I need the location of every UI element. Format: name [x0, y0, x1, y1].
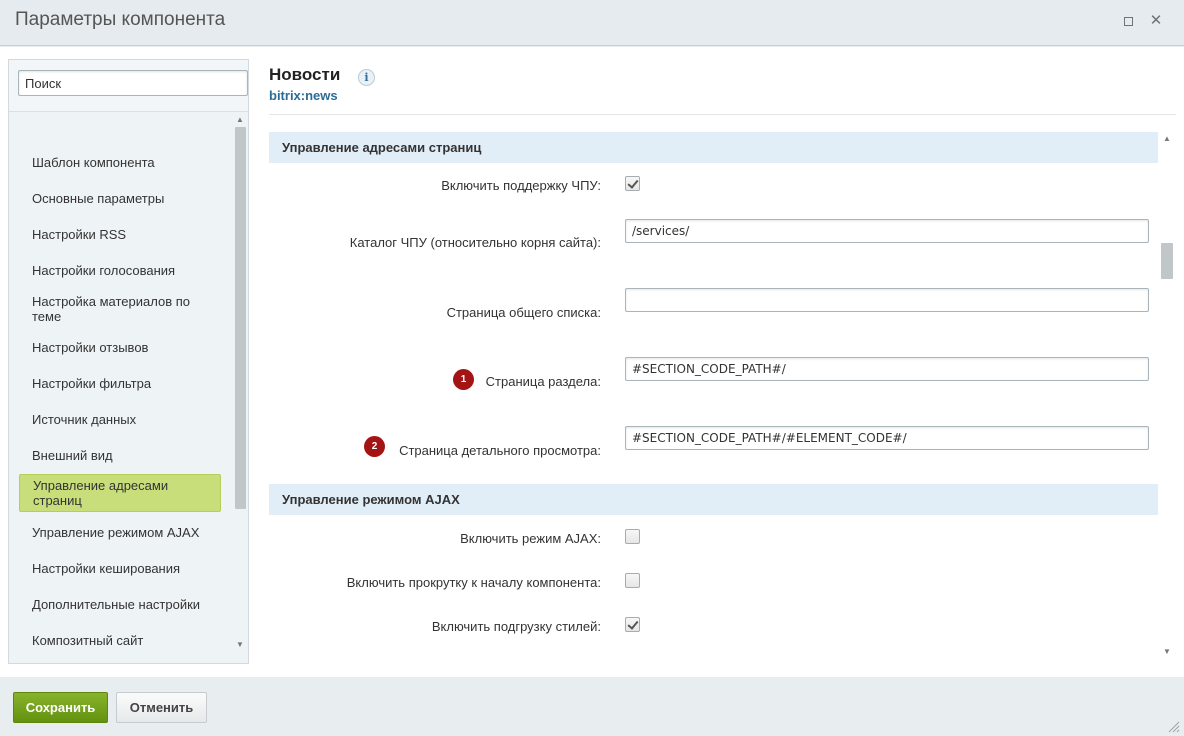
detail-page-input[interactable]: #SECTION_CODE_PATH#/#ELEMENT_CODE#/ [625, 426, 1149, 450]
info-icon[interactable]: i [358, 69, 375, 86]
dialog-titlebar[interactable]: Параметры компонента ✕ [0, 0, 1184, 46]
sef-folder-input[interactable]: /services/ [625, 219, 1149, 243]
component-header: Новости i bitrix:news [269, 65, 375, 103]
section-page-input[interactable]: #SECTION_CODE_PATH#/ [625, 357, 1149, 381]
field-label-detail-page: Страница детального просмотра: [399, 443, 601, 458]
cancel-button[interactable]: Отменить [116, 692, 207, 723]
main-scrollbar-thumb[interactable] [1161, 243, 1173, 279]
header-divider [269, 114, 1176, 115]
field-label-ajax-style: Включить подгрузку стилей: [431, 619, 601, 634]
scroll-down-arrow-icon[interactable]: ▼ [1162, 647, 1172, 656]
sidebar-item-appearance[interactable]: Внешний вид [19, 448, 221, 463]
maximize-icon [1123, 17, 1133, 26]
settings-form: Управление адресами страниц Включить под… [269, 132, 1158, 662]
sidebar-item-additional[interactable]: Дополнительные настройки [19, 597, 221, 612]
save-button[interactable]: Сохранить [13, 692, 108, 723]
sidebar-item-related[interactable]: Настройка материалов по теме [19, 294, 221, 324]
field-label-sef: Включить поддержку ЧПУ: [441, 178, 601, 193]
component-code: bitrix:news [269, 88, 338, 103]
sidebar-scrollbar-thumb[interactable] [235, 127, 246, 509]
dialog-footer: Сохранить Отменить [0, 677, 1184, 736]
hint-badge-2[interactable]: 2 [364, 436, 385, 457]
hint-badge-1[interactable]: 1 [453, 369, 474, 390]
sidebar-item-voting[interactable]: Настройки голосования [19, 263, 221, 278]
dialog-content: Шаблон компонента Основные параметры Нас… [0, 47, 1184, 677]
resize-grip-icon[interactable] [1166, 719, 1180, 733]
field-label-ajax-jump: Включить прокрутку к началу компонента: [346, 575, 601, 590]
close-icon: ✕ [1149, 12, 1163, 29]
sidebar-item-reviews[interactable]: Настройки отзывов [19, 340, 221, 355]
sidebar-scrollbar[interactable]: ▲ ▼ [233, 113, 247, 653]
main-scrollbar[interactable]: ▲ ▼ [1160, 133, 1174, 661]
section-url-management: Управление адресами страниц [269, 132, 1158, 163]
sidebar-item-datasource[interactable]: Источник данных [19, 412, 221, 427]
dialog-title: Параметры компонента [15, 9, 226, 30]
sidebar-item-filter[interactable]: Настройки фильтра [19, 376, 221, 391]
sidebar-item-template[interactable]: Шаблон компонента [19, 155, 221, 170]
field-label-ajax-mode: Включить режим AJAX: [460, 531, 601, 546]
sidebar-item-composite[interactable]: Композитный сайт [19, 633, 221, 648]
component-name: Новости [269, 65, 341, 84]
sidebar-item-url-management[interactable]: Управление адресами страниц [19, 474, 221, 512]
search-input[interactable] [18, 70, 248, 96]
sidebar-item-rss[interactable]: Настройки RSS [19, 227, 221, 242]
field-label-section-page: Страница раздела: [485, 374, 601, 389]
sef-checkbox[interactable] [625, 176, 640, 191]
section-ajax: Управление режимом AJAX [269, 484, 1158, 515]
sidebar-item-ajax[interactable]: Управление режимом AJAX [19, 525, 221, 540]
sidebar-item-cache[interactable]: Настройки кеширования [19, 561, 221, 576]
search-bar [9, 60, 248, 112]
close-button[interactable]: ✕ [1148, 11, 1164, 29]
ajax-mode-checkbox[interactable] [625, 529, 640, 544]
scroll-down-arrow-icon[interactable]: ▼ [235, 640, 245, 649]
field-label-list-page: Страница общего списка: [446, 305, 601, 320]
sidebar: Шаблон компонента Основные параметры Нас… [8, 59, 249, 664]
list-page-input[interactable] [625, 288, 1149, 312]
scroll-up-arrow-icon[interactable]: ▲ [235, 115, 245, 124]
field-label-sef-folder: Каталог ЧПУ (относительно корня сайта): [349, 235, 601, 250]
sidebar-item-basic[interactable]: Основные параметры [19, 191, 221, 206]
ajax-style-checkbox[interactable] [625, 617, 640, 632]
scroll-up-arrow-icon[interactable]: ▲ [1162, 134, 1172, 143]
maximize-button[interactable] [1120, 13, 1136, 29]
ajax-jump-checkbox[interactable] [625, 573, 640, 588]
